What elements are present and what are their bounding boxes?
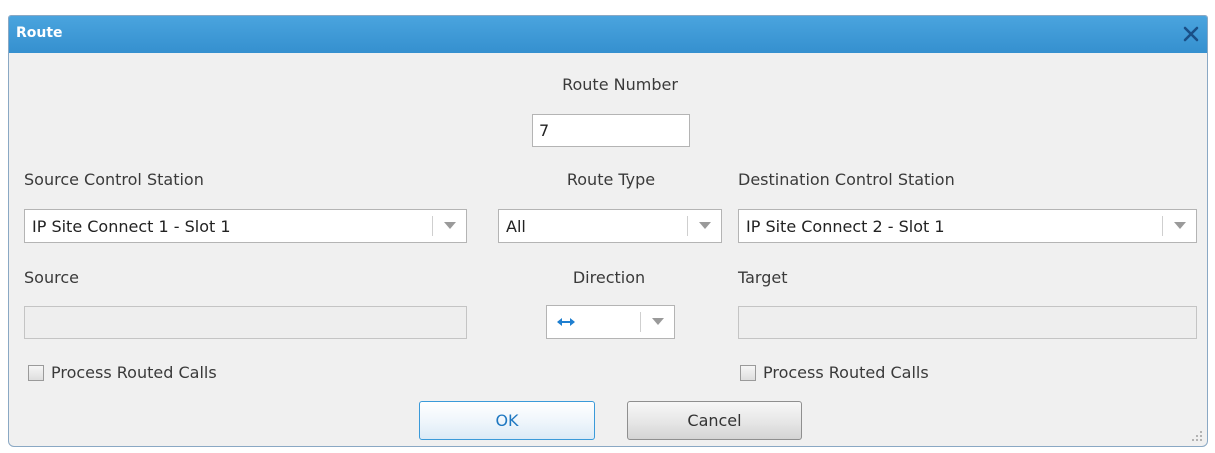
close-button[interactable] bbox=[1179, 22, 1203, 46]
close-icon bbox=[1183, 26, 1199, 42]
destination-control-station-label: Destination Control Station bbox=[738, 170, 955, 189]
chevron-down-icon bbox=[699, 222, 711, 229]
source-control-station-select[interactable]: IP Site Connect 1 - Slot 1 bbox=[24, 209, 467, 243]
route-number-label: Route Number bbox=[562, 75, 678, 94]
ok-button[interactable]: OK bbox=[419, 401, 595, 440]
target-process-routed-calls-checkbox[interactable]: Process Routed Calls bbox=[740, 363, 960, 385]
source-control-station-value: IP Site Connect 1 - Slot 1 bbox=[32, 217, 231, 236]
target-input[interactable] bbox=[738, 306, 1197, 339]
dialog-title: Route bbox=[16, 25, 63, 41]
target-process-routed-calls-label: Process Routed Calls bbox=[763, 363, 929, 382]
dropdown-separator bbox=[1162, 216, 1163, 236]
cancel-button[interactable]: Cancel bbox=[627, 401, 802, 440]
route-number-input[interactable] bbox=[532, 114, 690, 147]
source-label: Source bbox=[24, 268, 79, 287]
chevron-down-icon bbox=[444, 222, 456, 229]
route-type-value: All bbox=[506, 217, 526, 236]
source-process-routed-calls-checkbox[interactable]: Process Routed Calls bbox=[28, 363, 248, 385]
direction-select[interactable] bbox=[546, 305, 675, 339]
checkbox-box[interactable] bbox=[28, 365, 44, 381]
checkbox-box[interactable] bbox=[740, 365, 756, 381]
source-control-station-label: Source Control Station bbox=[24, 170, 204, 189]
route-type-label: Route Type bbox=[566, 170, 656, 189]
dropdown-separator bbox=[432, 216, 433, 236]
source-input[interactable] bbox=[24, 306, 467, 339]
title-bar[interactable]: Route bbox=[9, 16, 1207, 53]
resize-grip-icon[interactable] bbox=[1191, 430, 1203, 442]
dropdown-separator bbox=[640, 312, 641, 332]
route-dialog: Route Route Number Source Control Statio… bbox=[8, 15, 1208, 447]
route-type-select[interactable]: All bbox=[498, 209, 722, 243]
chevron-down-icon bbox=[652, 318, 664, 325]
target-label: Target bbox=[738, 268, 788, 287]
dropdown-separator bbox=[687, 216, 688, 236]
chevron-down-icon bbox=[1174, 222, 1186, 229]
source-process-routed-calls-label: Process Routed Calls bbox=[51, 363, 217, 382]
direction-label: Direction bbox=[572, 268, 646, 287]
destination-control-station-select[interactable]: IP Site Connect 2 - Slot 1 bbox=[738, 209, 1197, 243]
destination-control-station-value: IP Site Connect 2 - Slot 1 bbox=[746, 217, 945, 236]
bidirectional-arrow-icon bbox=[555, 313, 577, 335]
